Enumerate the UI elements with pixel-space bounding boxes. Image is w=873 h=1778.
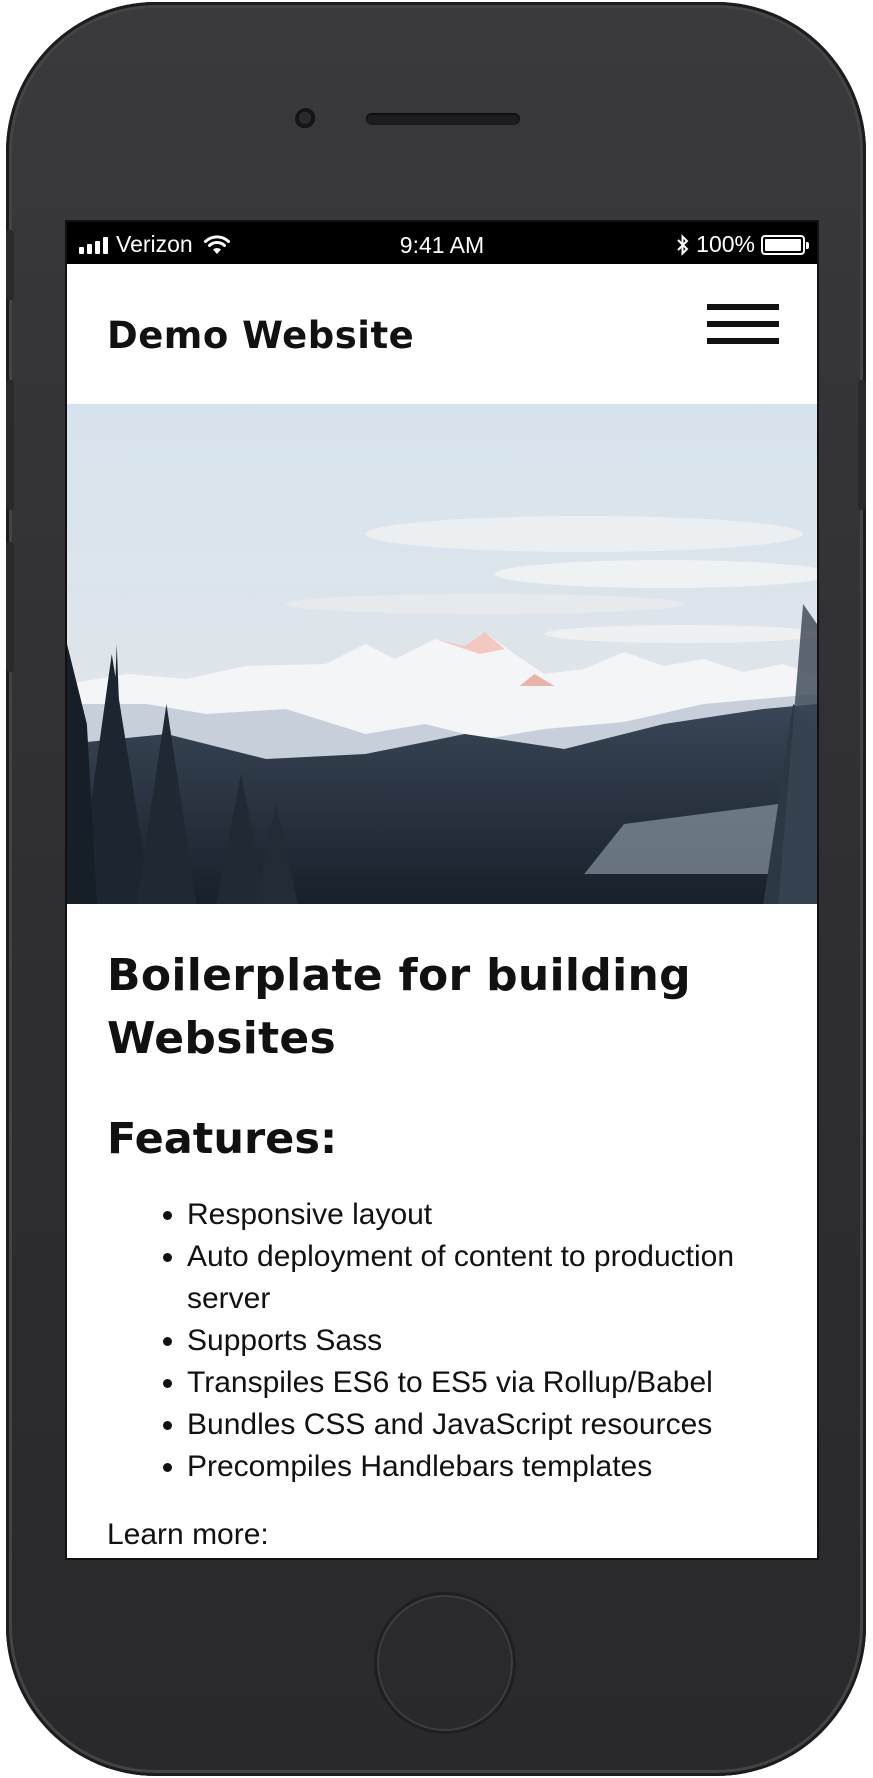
hero-mountain-image — [67, 404, 817, 904]
feature-item: Auto deployment of content to production… — [187, 1236, 777, 1320]
battery-icon — [761, 234, 809, 255]
volume-down-button — [6, 542, 14, 672]
front-camera — [295, 108, 317, 130]
feature-item: Responsive layout — [187, 1194, 777, 1236]
site-title[interactable]: Demo Website — [107, 314, 414, 357]
mute-switch — [6, 230, 14, 300]
earpiece-speaker — [366, 113, 520, 125]
features-list: Responsive layout Auto deployment of con… — [107, 1194, 777, 1488]
hamburger-menu-icon[interactable] — [707, 304, 779, 354]
site-header: Demo Website — [67, 264, 817, 404]
page-heading: Boilerplate for building Websites — [107, 950, 691, 1064]
features-heading: Features: — [107, 1114, 338, 1164]
volume-up-button — [6, 380, 14, 510]
status-bar: Verizon 9:41 AM 100% — [67, 222, 817, 264]
feature-item: Bundles CSS and JavaScript resources — [187, 1404, 777, 1446]
phone-frame: Verizon 9:41 AM 100% Demo Website Boiler… — [6, 2, 866, 1776]
home-button[interactable] — [374, 1592, 516, 1734]
phone-screen: Verizon 9:41 AM 100% Demo Website Boiler… — [65, 220, 819, 1560]
feature-item: Supports Sass — [187, 1320, 777, 1362]
main-content: Boilerplate for building Websites Featur… — [67, 904, 817, 1552]
battery-percent: 100% — [696, 231, 755, 257]
bluetooth-icon — [677, 233, 689, 256]
feature-item: Transpiles ES6 to ES5 via Rollup/Babel — [187, 1362, 777, 1404]
feature-item: Precompiles Handlebars templates — [187, 1446, 777, 1488]
power-button — [858, 380, 866, 510]
learn-more-text: Learn more: — [107, 1518, 269, 1551]
